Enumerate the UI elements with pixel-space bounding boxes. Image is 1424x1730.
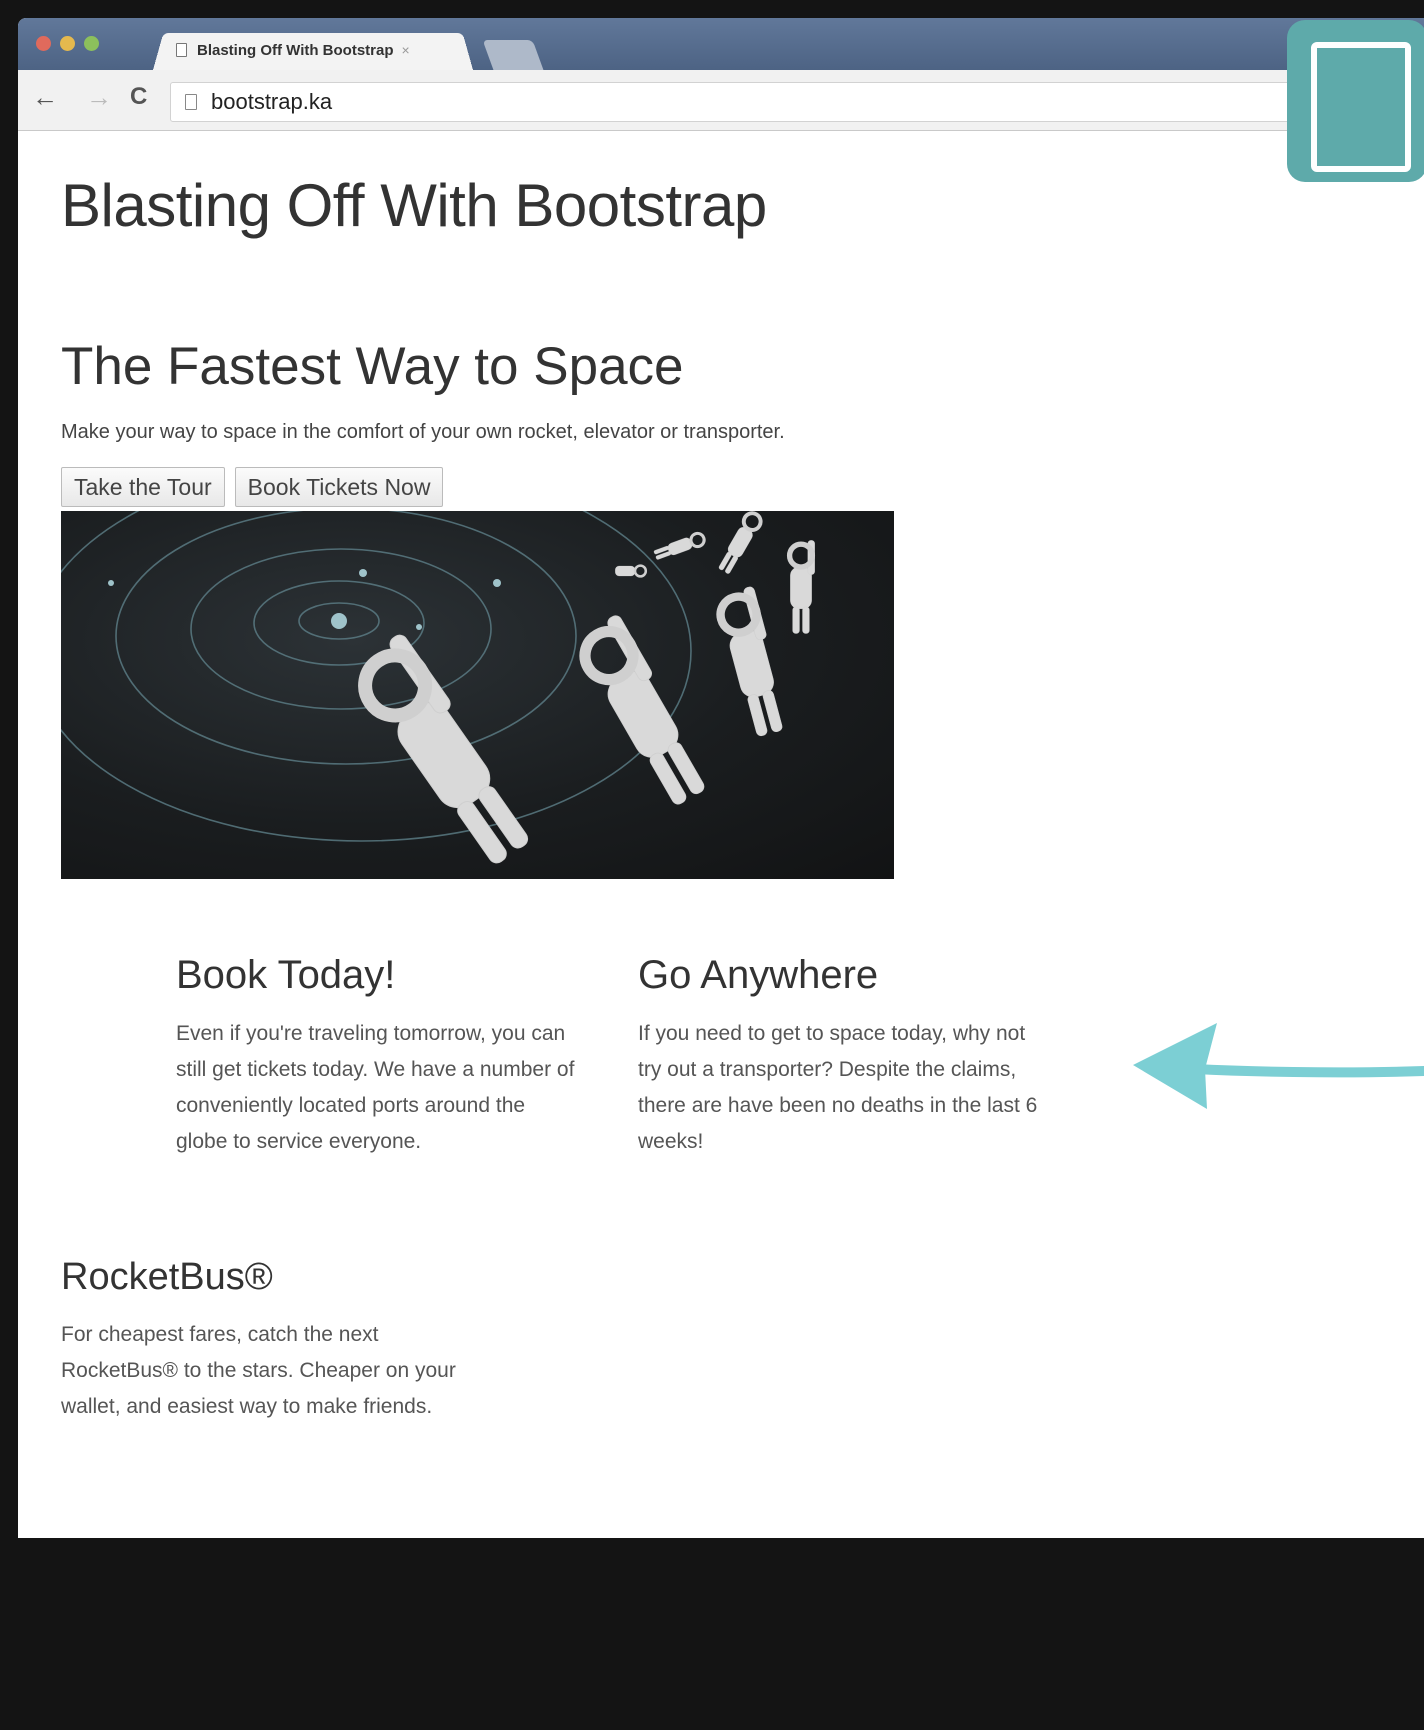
unused-99 [512,1632,513,1633]
page-title: Blasting Off With Bootstrap [61,172,767,239]
page-icon [185,94,197,110]
unused-7 [512,1635,513,1636]
new-tab-button[interactable] [482,40,544,70]
url-text: bootstrap.ka [211,89,333,114]
window-close-button[interactable] [36,36,51,51]
web-page: Blasting Off With Bootstrap The Fastest … [18,131,1424,1531]
window-maximize-button[interactable] [84,36,99,51]
planets [108,569,501,630]
tab-close-icon[interactable]: × [402,42,410,58]
unused-93 [510,1632,511,1633]
browser-toolbar: ← → C bootstrap.ka [18,70,1424,131]
browser-window: Blasting Off With Bootstrap × ← → C boot… [18,18,1424,1538]
arrow-left-icon [1133,1023,1424,1109]
forward-arrow-icon[interactable]: → [86,84,112,110]
take-tour-button[interactable]: Take the Tour [61,467,225,507]
browser-tab-content[interactable]: Blasting Off With Bootstrap × [168,30,468,70]
column-heading: Book Today! [176,953,396,997]
tab-title: Blasting Off With Bootstrap [197,41,394,59]
address-bar[interactable]: bootstrap.ka [170,82,1422,122]
column-heading: Go Anywhere [638,953,879,997]
column-text: If you need to get to space today, why n… [638,1022,1038,1153]
unused-98 [512,1630,513,1631]
column-rocketbus: RocketBus® For cheapest fares, catch the… [61,1256,481,1425]
column-heading: RocketBus® [61,1256,273,1298]
window-minimize-button[interactable] [60,36,75,51]
tablet-icon [1287,20,1424,182]
browser-titlebar: Blasting Off With Bootstrap × [18,18,1424,70]
reload-icon[interactable]: C [130,84,147,110]
space-illustration [30,460,816,864]
astronauts [358,511,816,864]
hero-text: Make your way to space in the comfort of… [61,421,785,443]
column-text: Even if you're traveling tomorrow, you c… [176,1022,575,1153]
hero-buttons: Take the Tour Book Tickets Now [61,467,444,507]
tablet-camera-dot [1354,44,1358,48]
arrow-left-icon-2 [515,1630,1424,1730]
column-book-today: Book Today! Even if you're traveling tom… [176,953,576,1160]
book-tickets-button[interactable]: Book Tickets Now [234,467,444,507]
column-text: For cheapest fares, catch the next Rocke… [61,1323,456,1418]
hero-image [30,460,894,879]
column-go-anywhere: Go Anywhere If you need to get to space … [638,953,1038,1160]
unused-95 [510,1630,511,1631]
hero-heading: The Fastest Way to Space [61,337,684,396]
back-arrow-icon[interactable]: ← [32,84,58,110]
page-icon [176,43,187,57]
tablet-screen [1311,42,1411,172]
